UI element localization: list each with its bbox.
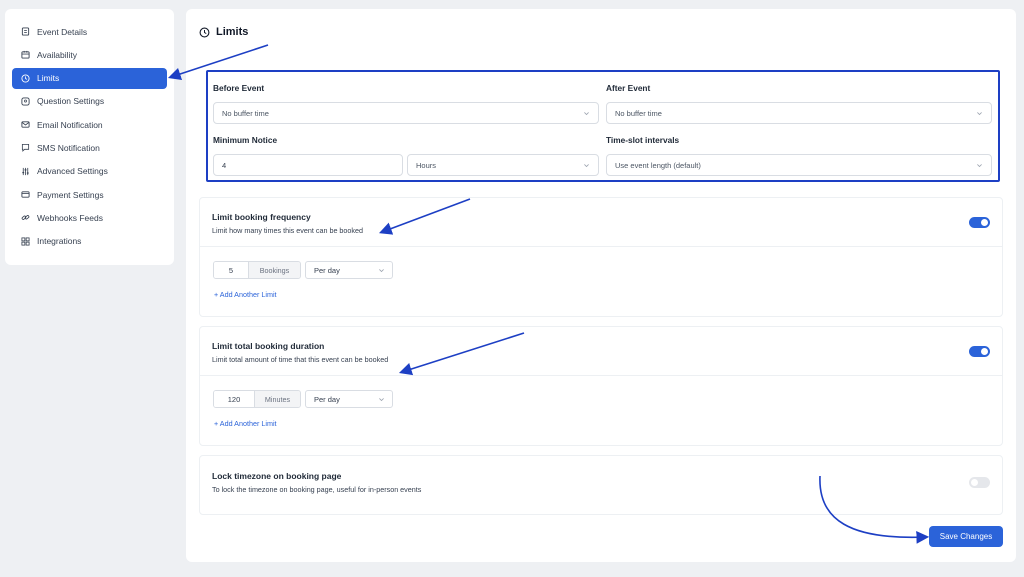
mail-icon <box>21 120 30 129</box>
timezone-card-header: Lock timezone on booking page To lock th… <box>200 456 1002 505</box>
sidebar-item-label: Email Notification <box>37 119 103 130</box>
sidebar-item-limits[interactable]: Limits <box>12 67 167 89</box>
before-event-label: Before Event <box>213 83 265 93</box>
after-event-value: No buffer time <box>615 108 662 118</box>
chevron-down-icon <box>584 112 589 116</box>
chevron-down-icon <box>379 398 384 402</box>
timezone-description: To lock the timezone on booking page, us… <box>212 485 422 494</box>
duration-unit: Minutes <box>254 391 300 407</box>
card-icon <box>21 190 30 199</box>
sidebar-item-label: Advanced Settings <box>37 166 108 177</box>
save-changes-button[interactable]: Save Changes <box>929 526 1003 547</box>
duration-description: Limit total amount of time that this eve… <box>212 355 389 364</box>
duration-title: Limit total booking duration <box>212 341 325 351</box>
duration-period: Per day <box>314 394 340 404</box>
frequency-count-input[interactable] <box>214 262 248 278</box>
duration-count-input[interactable] <box>214 391 254 407</box>
duration-count-group: Minutes <box>213 390 301 408</box>
before-event-select[interactable]: No buffer time <box>213 102 599 124</box>
sidebar-item-label: Webhooks Feeds <box>37 212 103 223</box>
frequency-unit: Bookings <box>248 262 300 278</box>
duration-add-limit-link[interactable]: + Add Another Limit <box>214 419 277 428</box>
frequency-title: Limit booking frequency <box>212 212 311 222</box>
sidebar-item-label: Payment Settings <box>37 189 104 200</box>
chevron-down-icon <box>977 112 982 116</box>
minimum-notice-input[interactable] <box>213 154 403 176</box>
buffer-settings-box: Before Event No buffer time After Event … <box>206 70 1000 182</box>
main-panel: Limits Before Event No buffer time After… <box>186 9 1016 562</box>
sidebar-item-label: Event Details <box>37 26 88 37</box>
frequency-description: Limit how many times this event can be b… <box>212 226 364 235</box>
page-title-text: Limits <box>216 26 249 38</box>
frequency-count-group: Bookings <box>213 261 301 279</box>
sidebar-item-label: Integrations <box>37 236 82 247</box>
question-icon <box>21 97 30 106</box>
timezone-title: Lock timezone on booking page <box>212 471 342 481</box>
sidebar-item-label: Availability <box>37 49 78 60</box>
duration-card: Limit total booking duration Limit total… <box>199 326 1003 446</box>
grid-icon <box>21 237 30 246</box>
sidebar-item-sms-notification[interactable]: SMS Notification <box>12 137 167 158</box>
time-slot-label: Time-slot intervals <box>606 135 680 145</box>
chevron-down-icon <box>379 269 384 273</box>
frequency-period-select[interactable]: Per day <box>305 261 393 279</box>
time-slot-value: Use event length (default) <box>615 160 701 170</box>
chevron-down-icon <box>584 164 589 168</box>
duration-period-select[interactable]: Per day <box>305 390 393 408</box>
calendar-icon <box>21 50 30 59</box>
duration-toggle[interactable] <box>969 346 990 357</box>
sidebar-item-label: SMS Notification <box>37 142 100 153</box>
sidebar-item-integrations[interactable]: Integrations <box>12 231 167 252</box>
sidebar-item-advanced-settings[interactable]: Advanced Settings <box>12 161 167 182</box>
frequency-card: Limit booking frequency Limit how many t… <box>199 197 1003 317</box>
frequency-add-limit-link[interactable]: + Add Another Limit <box>214 290 277 299</box>
timezone-card: Lock timezone on booking page To lock th… <box>199 455 1003 515</box>
message-icon <box>21 143 30 153</box>
document-icon <box>21 27 30 36</box>
sidebar-item-webhooks-feeds[interactable]: Webhooks Feeds <box>12 207 167 228</box>
after-event-select[interactable]: No buffer time <box>606 102 992 124</box>
sidebar-item-label: Question Settings <box>37 96 105 107</box>
before-event-value: No buffer time <box>222 108 269 118</box>
frequency-toggle[interactable] <box>969 217 990 228</box>
minimum-notice-unit-select[interactable]: Hours <box>407 154 599 176</box>
page-title: Limits <box>199 26 248 38</box>
duration-card-header: Limit total booking duration Limit total… <box>200 327 1002 376</box>
link-icon <box>21 213 30 222</box>
sidebar-item-event-details[interactable]: Event Details <box>12 21 167 42</box>
sidebar-item-payment-settings[interactable]: Payment Settings <box>12 184 167 205</box>
sidebar-item-email-notification[interactable]: Email Notification <box>12 114 167 135</box>
sidebar: Event Details Availability Limits Questi… <box>5 9 174 265</box>
sidebar-item-label: Limits <box>37 73 60 84</box>
clock-icon <box>21 74 30 83</box>
clock-icon <box>199 27 210 37</box>
sidebar-item-availability[interactable]: Availability <box>12 44 167 65</box>
frequency-card-header: Limit booking frequency Limit how many t… <box>200 198 1002 247</box>
after-event-label: After Event <box>606 83 651 93</box>
minimum-notice-unit: Hours <box>416 160 437 170</box>
sliders-icon <box>21 167 30 176</box>
time-slot-select[interactable]: Use event length (default) <box>606 154 992 176</box>
timezone-toggle[interactable] <box>969 477 990 488</box>
minimum-notice-label: Minimum Notice <box>213 135 278 145</box>
frequency-period: Per day <box>314 265 340 275</box>
sidebar-item-question-settings[interactable]: Question Settings <box>12 91 167 112</box>
chevron-down-icon <box>977 164 982 168</box>
